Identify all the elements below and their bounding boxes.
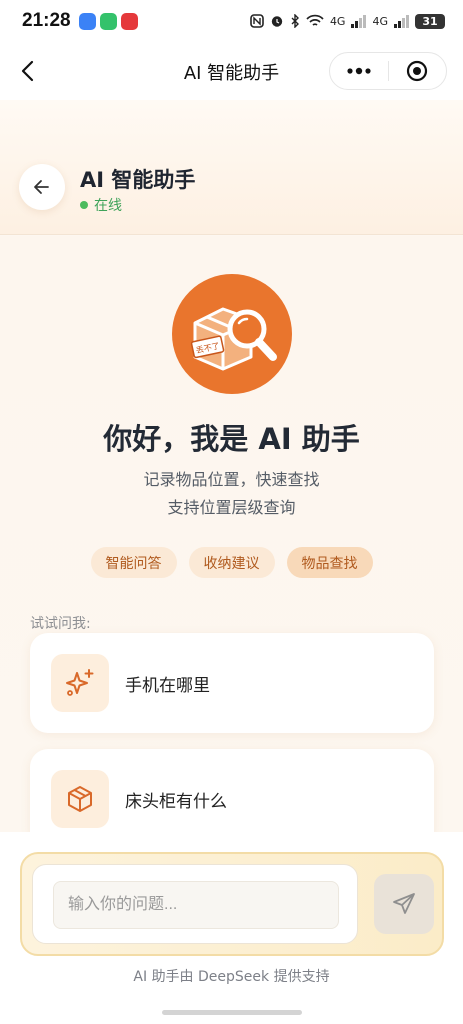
question-input[interactable] <box>53 881 339 929</box>
navigation-bar: AI 智能助手 <box>0 42 463 100</box>
target-circle-icon <box>407 60 428 82</box>
status-time: 21:28 <box>22 10 71 31</box>
input-box <box>32 864 358 944</box>
chat-welcome-area: 丢不了 你好，我是 AI 助手 记录物品位置，快速查找 支持位置层级查询 智能问… <box>0 236 463 832</box>
header-back-button[interactable] <box>19 164 65 210</box>
network-type-2: 4G <box>372 14 388 28</box>
online-status: 在线 <box>80 195 122 215</box>
more-dots-icon <box>347 67 371 75</box>
status-app-icons <box>78 12 138 30</box>
battery-indicator: 31 <box>415 13 445 29</box>
chip-storage-advice[interactable]: 收纳建议 <box>188 547 275 578</box>
box-search-logo-icon: 丢不了 <box>190 307 277 371</box>
online-status-label: 在线 <box>94 198 122 214</box>
close-miniprogram-button[interactable] <box>388 53 446 89</box>
signal-icon <box>351 14 367 28</box>
greeting-subtitle-1: 记录物品位置，快速查找 <box>143 470 320 489</box>
suggestion-card-phone[interactable]: 手机在哪里 <box>30 633 434 733</box>
suggestion-card-nightstand[interactable]: 床头柜有什么 <box>30 749 434 832</box>
assistant-name: AI 智能助手 <box>80 168 196 192</box>
assistant-header: AI 智能助手 在线 <box>0 100 463 235</box>
greeting-subtitle-2: 支持位置层级查询 <box>167 498 296 517</box>
greeting-title: 你好，我是 AI 助手 <box>103 422 360 456</box>
feature-chips: 智能问答 收纳建议 物品查找 <box>0 547 463 578</box>
suggestions-label: 试试问我: <box>30 616 91 632</box>
send-button[interactable] <box>374 874 434 934</box>
suggestion-text: 手机在哪里 <box>125 675 210 696</box>
miniprogram-capsule <box>329 52 447 90</box>
bag-app-icon <box>99 12 117 30</box>
more-button[interactable] <box>330 53 388 89</box>
input-panel <box>20 852 444 956</box>
sparkle-icon <box>66 669 94 696</box>
chip-smart-qa[interactable]: 智能问答 <box>90 547 177 578</box>
wifi-icon <box>306 14 324 26</box>
online-dot-icon <box>80 201 88 209</box>
input-area: AI 助手由 DeepSeek 提供支持 <box>0 832 463 1024</box>
bluetooth-icon <box>291 14 299 28</box>
card-icon-wrap <box>51 654 109 712</box>
send-icon <box>393 893 415 914</box>
chat-app-icon <box>78 12 96 30</box>
network-type-1: 4G <box>329 14 346 28</box>
news-app-icon <box>120 12 138 30</box>
status-indicators: 4G 4G 31 <box>250 13 445 29</box>
nfc-icon <box>250 14 264 28</box>
status-bar: 21:28 4G 4G 31 <box>0 0 463 42</box>
card-icon-wrap <box>51 770 109 828</box>
home-indicator[interactable] <box>162 1010 302 1015</box>
chip-item-search[interactable]: 物品查找 <box>286 547 373 578</box>
powered-by-text: AI 助手由 DeepSeek 提供支持 <box>133 969 330 985</box>
app-logo: 丢不了 <box>172 274 292 394</box>
suggestion-text: 床头柜有什么 <box>125 791 227 812</box>
signal-icon-2 <box>394 14 409 28</box>
arrow-left-icon <box>34 180 49 194</box>
box-icon <box>68 786 92 812</box>
alarm-icon <box>271 16 283 27</box>
nav-back-button[interactable] <box>14 56 44 86</box>
chevron-left-icon <box>21 60 34 82</box>
